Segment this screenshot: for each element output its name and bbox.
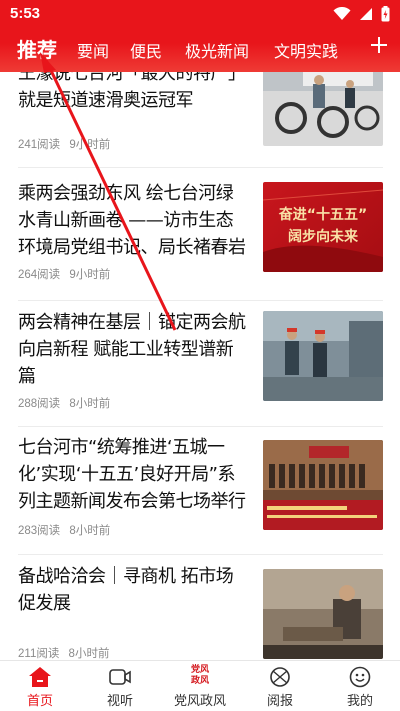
- tab-convenience[interactable]: 便民: [130, 38, 162, 62]
- news-item[interactable]: 七台河市“统筹推进‘五城一化’实现‘十五五’良好开局”系列主题新闻发布会第七场举…: [0, 434, 400, 546]
- banner-photo: 奋进“十五五” 阔步向未来: [263, 182, 383, 272]
- news-title: 七台河市“统筹推进‘五城一化’实现‘十五五’良好开局”系列主题新闻发布会第七场举…: [18, 437, 246, 512]
- tab-recommend[interactable]: 推荐: [17, 34, 57, 63]
- publish-time: 8小时前: [68, 648, 110, 660]
- nav-label: 阅报: [266, 694, 293, 709]
- home-icon: [29, 667, 51, 687]
- read-count: 241阅读: [18, 139, 61, 151]
- channel-tabs: 推荐 要闻 便民 极光新闻 文明实践: [0, 32, 400, 66]
- banner-text-line-1: 奋进“十五五”: [278, 207, 368, 223]
- app-header: 5:53 推荐 要闻 便民 极光新闻 文明实践: [0, 0, 400, 72]
- read-count: 288阅读: [18, 398, 61, 410]
- publish-time: 9小时前: [69, 269, 111, 281]
- news-meta: 264阅读 9小时前: [18, 266, 116, 282]
- news-title: 备战哈洽会｜寻商机 拓市场 促发展: [18, 566, 234, 614]
- signal-icon: [360, 8, 372, 20]
- divider: [18, 167, 383, 168]
- news-meta: 283阅读 8小时前: [18, 522, 116, 538]
- tab-aurora-news[interactable]: 极光新闻: [185, 38, 249, 62]
- video-icon: [109, 669, 131, 685]
- nav-label: 我的: [346, 694, 373, 709]
- plus-icon[interactable]: [368, 34, 390, 56]
- newspaper-icon: [270, 667, 290, 687]
- nav-home[interactable]: 首页: [0, 661, 80, 711]
- news-feed: 王濛说七台河「最大的特产」就是短道速滑奥运冠军 241阅读 9小时前 乘两会强劲…: [0, 72, 400, 660]
- battery-icon: [381, 6, 390, 22]
- news-title: 王濛说七台河「最大的特产」就是短道速滑奥运冠军: [18, 72, 246, 111]
- party-style-icon-line-1: 党风: [190, 665, 209, 675]
- wifi-icon: [333, 7, 351, 20]
- news-meta: 211阅读 8小时前: [18, 645, 115, 660]
- nav-label: 党风政风: [173, 694, 226, 709]
- publish-time: 9小时前: [69, 139, 111, 151]
- news-title: 乘两会强劲东风 绘七台河绿水青山新画卷 ——访市生态环境局党组书记、局长褚春岩: [18, 183, 246, 258]
- craftsman-photo: [263, 569, 383, 659]
- read-count: 264阅读: [18, 269, 61, 281]
- party-style-icon-line-2: 政风: [190, 676, 209, 686]
- divider: [18, 426, 383, 427]
- spin-bikes-photo: [263, 72, 383, 146]
- divider: [18, 554, 383, 555]
- news-meta: 241阅读 9小时前: [18, 136, 116, 152]
- factory-photo: [263, 311, 383, 401]
- press-conference-photo: [263, 440, 383, 530]
- banner-text-line-2: 阔步向未来: [288, 229, 358, 245]
- news-item[interactable]: 乘两会强劲东风 绘七台河绿水青山新画卷 ——访市生态环境局党组书记、局长褚春岩 …: [0, 180, 400, 295]
- profile-icon: [349, 666, 371, 688]
- news-title: 两会精神在基层｜锚定两会航向启新程 赋能工业转型谱新篇: [18, 312, 246, 387]
- read-count: 211阅读: [18, 648, 60, 660]
- news-item[interactable]: 两会精神在基层｜锚定两会航向启新程 赋能工业转型谱新篇 288阅读 8小时前: [0, 309, 400, 421]
- news-item[interactable]: 备战哈洽会｜寻商机 拓市场 促发展 211阅读 8小时前: [0, 563, 400, 660]
- bottom-nav: 首页 视听 党风 政风 党风政风 阅报 我的: [0, 660, 400, 711]
- nav-profile[interactable]: 我的: [320, 661, 400, 711]
- party-style-icon: 党风 政风: [186, 665, 214, 689]
- tab-civilization-practice[interactable]: 文明实践: [274, 38, 338, 62]
- status-icons: [333, 6, 390, 22]
- read-count: 283阅读: [18, 525, 61, 537]
- publish-time: 8小时前: [69, 398, 111, 410]
- news-item[interactable]: 王濛说七台河「最大的特产」就是短道速滑奥运冠军 241阅读 9小时前: [0, 72, 400, 160]
- publish-time: 8小时前: [69, 525, 111, 537]
- status-time: 5:53: [10, 5, 41, 22]
- nav-label: 视听: [106, 694, 133, 709]
- divider: [18, 300, 383, 301]
- status-bar: 5:53: [0, 0, 400, 28]
- nav-label: 首页: [26, 694, 53, 709]
- tab-headlines[interactable]: 要闻: [77, 38, 109, 62]
- nav-party-style[interactable]: 党风 政风 党风政风: [160, 661, 240, 711]
- news-meta: 288阅读 8小时前: [18, 395, 116, 411]
- nav-newspaper[interactable]: 阅报: [240, 661, 320, 711]
- nav-video[interactable]: 视听: [80, 661, 160, 711]
